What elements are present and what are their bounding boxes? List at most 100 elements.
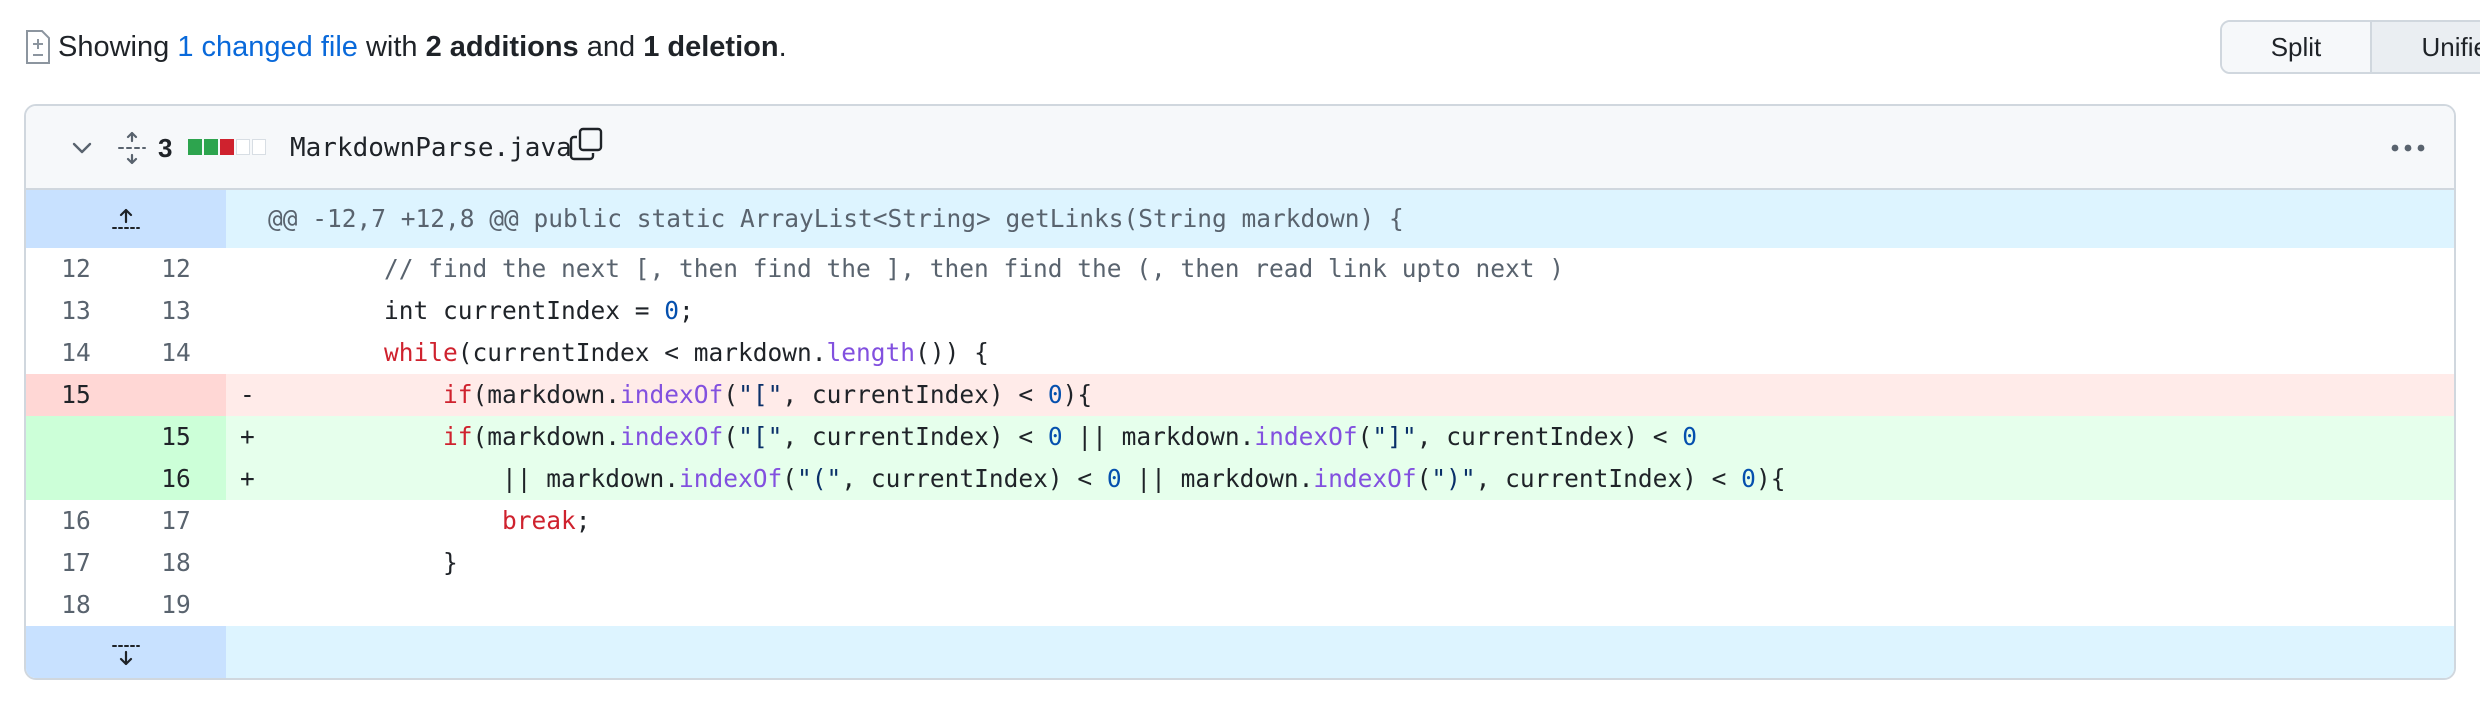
code-token: ( <box>1416 464 1432 493</box>
code-token: // find the next [, then find the ], the… <box>384 254 1565 283</box>
changed-files-link[interactable]: 1 changed file <box>177 31 358 64</box>
hunk-header-text: @@ -12,7 +12,8 @@ public static ArrayLis… <box>268 204 1404 233</box>
code-token: indexOf <box>1313 464 1417 493</box>
code-line: // find the next [, then find the ], the… <box>226 248 2454 290</box>
diffstat-square <box>236 139 250 155</box>
old-line-number[interactable]: 12 <box>26 248 126 290</box>
code-token: if <box>443 422 473 451</box>
code-line: - if(markdown.indexOf("[", currentIndex)… <box>226 374 2454 416</box>
old-line-number[interactable]: 18 <box>26 584 126 626</box>
code-token: ; <box>575 506 591 535</box>
code-token: } <box>266 548 458 577</box>
file-options-button[interactable] <box>2386 128 2430 168</box>
new-line-number[interactable]: 14 <box>126 332 226 374</box>
diff-sign: - <box>240 380 255 409</box>
code-token: indexOf <box>679 464 783 493</box>
code-token: indexOf <box>1254 422 1358 451</box>
expand-all-button[interactable] <box>112 128 152 168</box>
context-line: 17 18 } <box>26 542 2454 584</box>
code-token: ()) { <box>915 338 989 367</box>
code-token: 0 <box>1106 464 1122 493</box>
expand-up-button[interactable] <box>26 190 226 248</box>
code-token: || markdown. <box>1062 422 1255 451</box>
hunk-footer-row <box>26 626 2454 678</box>
code-token: ( <box>1357 422 1373 451</box>
additions-count: 2 additions <box>425 30 579 63</box>
context-line: 14 14 while(currentIndex < markdown.lengt… <box>26 332 2454 374</box>
old-line-number[interactable] <box>26 458 126 500</box>
new-line-number[interactable]: 17 <box>126 500 226 542</box>
code-token: 0 <box>1682 422 1697 451</box>
diffstat-square <box>252 139 266 155</box>
code-token: , currentIndex) < <box>1416 422 1683 451</box>
code-token: ( <box>782 464 798 493</box>
code-token: , currentIndex) < <box>782 422 1048 451</box>
diffstat-square <box>188 139 202 155</box>
context-line: 16 17 break; <box>26 500 2454 542</box>
summary-mid2: and <box>586 30 636 63</box>
split-view-button[interactable]: Split <box>2222 22 2372 72</box>
code-token: ){ <box>1062 380 1093 409</box>
deleted-line: 15 - if(markdown.indexOf("[", currentInde… <box>26 374 2454 416</box>
copy-icon <box>569 127 603 161</box>
new-line-number[interactable]: 19 <box>126 584 226 626</box>
code-line: break; <box>226 500 2454 542</box>
old-line-number[interactable]: 17 <box>26 542 126 584</box>
code-line: + || markdown.indexOf("(", currentIndex)… <box>226 458 2454 500</box>
diffstat-square <box>220 139 234 155</box>
code-token: indexOf <box>620 422 724 451</box>
file-name[interactable]: MarkdownParse.java <box>290 128 572 168</box>
new-line-number[interactable]: 15 <box>126 416 226 458</box>
context-line: 13 13 int currentIndex = 0; <box>26 290 2454 332</box>
code-token: ( <box>723 380 739 409</box>
code-line: + if(markdown.indexOf("[", currentIndex)… <box>226 416 2454 458</box>
code-token: (markdown. <box>472 380 621 409</box>
old-line-number[interactable]: 14 <box>26 332 126 374</box>
expand-down-button[interactable] <box>26 626 226 678</box>
summary-suffix: . <box>778 30 787 63</box>
summary-mid1: with <box>365 30 418 63</box>
file-diff: 3 MarkdownParse.java @@ -12,7 +12,8 @@ p… <box>24 104 2456 680</box>
code-token: , currentIndex) < <box>782 380 1048 409</box>
old-line-number[interactable]: 13 <box>26 290 126 332</box>
old-line-number[interactable] <box>26 416 126 458</box>
deletions-count: 1 deletion <box>643 30 779 63</box>
code-line: } <box>226 542 2454 584</box>
chevron-down-icon <box>72 142 92 154</box>
code-token: ){ <box>1755 464 1786 493</box>
added-line: 15 + if(markdown.indexOf("[", currentInde… <box>26 416 2454 458</box>
unified-view-button[interactable]: Unified <box>2372 22 2480 72</box>
diffstat-square <box>204 139 218 155</box>
unfold-icon <box>118 131 146 165</box>
code-token: (currentIndex < markdown. <box>457 338 827 367</box>
diff-sign: + <box>240 422 255 451</box>
code-line: while(currentIndex < markdown.length()) … <box>226 332 2454 374</box>
summary-prefix: Showing <box>58 30 170 63</box>
new-line-number[interactable]: 18 <box>126 542 226 584</box>
code-token: "(" <box>797 464 842 493</box>
new-line-number[interactable]: 13 <box>126 290 226 332</box>
hunk-header-row: @@ -12,7 +12,8 @@ public static ArrayLis… <box>26 190 2454 248</box>
old-line-number[interactable]: 16 <box>26 500 126 542</box>
code-token: ")" <box>1431 464 1476 493</box>
code-token: indexOf <box>620 380 724 409</box>
code-token: , currentIndex) < <box>1475 464 1742 493</box>
context-line: 18 19 <box>26 584 2454 626</box>
new-line-number[interactable]: 12 <box>126 248 226 290</box>
old-line-number[interactable]: 15 <box>26 374 126 416</box>
new-line-number[interactable]: 16 <box>126 458 226 500</box>
change-count: 3 <box>158 132 173 163</box>
collapse-file-button[interactable] <box>62 128 102 168</box>
code-token: "[" <box>738 422 783 451</box>
file-header: 3 MarkdownParse.java <box>26 106 2454 190</box>
new-line-number[interactable] <box>126 374 226 416</box>
code-token: , currentIndex) < <box>841 464 1107 493</box>
code-token: || markdown. <box>266 464 680 493</box>
code-token: while <box>384 338 458 367</box>
copy-path-button[interactable] <box>566 124 606 164</box>
